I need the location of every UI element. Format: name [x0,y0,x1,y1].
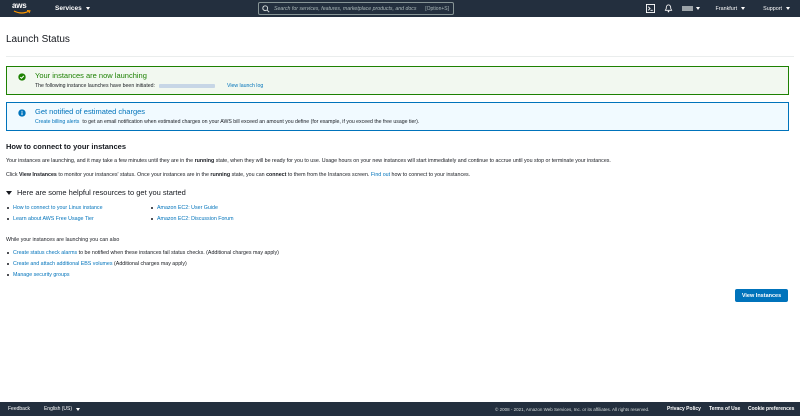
success-alert: Your instances are now launching The fol… [6,66,789,95]
footer: Feedback English (US) © 2008 - 2021, Ama… [0,402,800,416]
feedback-link[interactable]: Feedback [8,406,30,412]
copyright-text: © 2008 - 2021, Amazon Web Services, Inc.… [495,406,650,412]
support-menu[interactable]: Support [763,6,790,12]
chevron-down-icon [741,7,746,10]
check-circle-icon [18,73,26,81]
ebs-volumes-link[interactable]: Create and attach additional EBS volumes [13,261,113,267]
create-billing-alerts-link[interactable]: Create billing alerts [35,119,79,125]
also-intro: While your instances are launching you c… [6,237,120,243]
region-label: Frankfurt [715,5,738,12]
connect-heading: How to connect to your instances [6,142,127,151]
language-selector[interactable]: English (US) [43,406,81,412]
connect-paragraph-2: Click View Instances to monitor your ins… [6,172,470,178]
resources-expander[interactable]: Here are some helpful resources to get y… [6,188,186,197]
account-menu[interactable] [681,6,700,11]
divider [6,56,794,57]
text-segment: to monitor your instances' status. Once … [58,172,209,178]
text-bold: running [210,172,231,178]
security-groups-link[interactable]: Manage security groups [13,272,70,278]
aws-logo-text: aws [12,0,27,10]
services-menu[interactable]: Services [55,5,90,12]
text-segment: state, you can [231,172,265,178]
language-label: English (US) [43,406,73,412]
resource-link[interactable]: Amazon EC2: Discussion Forum [157,216,234,222]
redacted-instance-id[interactable] [158,84,215,88]
top-navigation: aws Services [Option+S] [0,0,800,17]
text-segment: to them from the Instances screen. [287,172,370,178]
info-alert-title: Get notified of estimated charges [35,107,146,116]
terms-of-use-link[interactable]: Terms of Use [709,406,740,412]
services-label: Services [55,5,82,12]
view-launch-log-link[interactable]: View launch log [227,83,263,89]
list-item: Amazon EC2: Discussion Forum [150,216,234,227]
list-item: Learn about AWS Free Usage Tier [6,216,103,227]
list-item-text: (Additional charges may apply) [114,261,187,267]
caret-down-icon [6,190,12,195]
list-item: How to connect to your Linux instance [6,205,103,216]
notifications-button[interactable] [664,4,674,14]
info-alert-text: to get an email notification when estima… [82,119,420,125]
chevron-down-icon [85,7,90,10]
create-alarms-link[interactable]: Create status check alarms [13,250,77,256]
nav-right-group: Frankfurt Support [646,0,800,17]
page-title: Launch Status [6,34,70,45]
resources-list-left: How to connect to your Linux instance Le… [6,205,103,227]
success-alert-text: The following instance launches have bee… [35,83,155,89]
also-list: Create status check alarms to be notifie… [6,250,279,283]
search-shortcut-hint: [Option+S] [425,6,449,12]
privacy-policy-link[interactable]: Privacy Policy [667,406,701,412]
aws-smile-icon [13,9,31,14]
text-segment: Your instances are launching, and it may… [6,158,194,164]
resource-link[interactable]: Learn about AWS Free Usage Tier [13,216,94,222]
text-segment: how to connect to your instances. [391,172,471,178]
text-bold: running [194,158,215,164]
resources-list-right: Amazon EC2: User Guide Amazon EC2: Discu… [150,205,234,227]
info-alert: Get notified of estimated charges Create… [6,102,789,131]
list-item: Manage security groups [6,272,279,283]
bell-icon [664,4,673,13]
success-alert-body: The following instance launches have bee… [35,83,263,89]
chevron-down-icon [76,407,81,411]
success-alert-title: Your instances are now launching [35,71,147,80]
resources-heading: Here are some helpful resources to get y… [17,188,186,197]
connect-paragraph-1: Your instances are launching, and it may… [6,158,611,164]
list-item-text: to be notified when these instances fail… [78,250,279,256]
search-input[interactable] [274,5,434,12]
chevron-down-icon [695,7,700,10]
find-out-link[interactable]: Find out [371,172,390,178]
account-icon [681,6,693,11]
resource-link[interactable]: Amazon EC2: User Guide [157,205,218,211]
search-icon [262,4,270,13]
region-selector[interactable]: Frankfurt [716,6,746,12]
list-item: Amazon EC2: User Guide [150,205,234,216]
list-item: Create status check alarms to be notifie… [6,250,279,261]
info-circle-icon [18,109,26,117]
resource-link[interactable]: How to connect to your Linux instance [13,205,103,211]
text-segment: state, when they will be ready for you t… [215,158,611,164]
info-alert-body: Create billing alerts to get an email no… [35,119,419,125]
cookie-preferences-link[interactable]: Cookie preferences [748,406,794,412]
search-box[interactable]: [Option+S] [258,2,454,15]
view-instances-button[interactable]: View Instances [735,289,788,302]
support-label: Support [763,5,782,12]
text-bold: View Instances [18,172,57,178]
list-item: Create and attach additional EBS volumes… [6,261,279,272]
text-bold: connect [266,172,287,178]
cloudshell-button[interactable] [646,4,656,14]
aws-logo[interactable]: aws [12,0,36,16]
terminal-icon [646,4,656,13]
text-segment: Click [6,172,18,178]
chevron-down-icon [786,7,790,10]
